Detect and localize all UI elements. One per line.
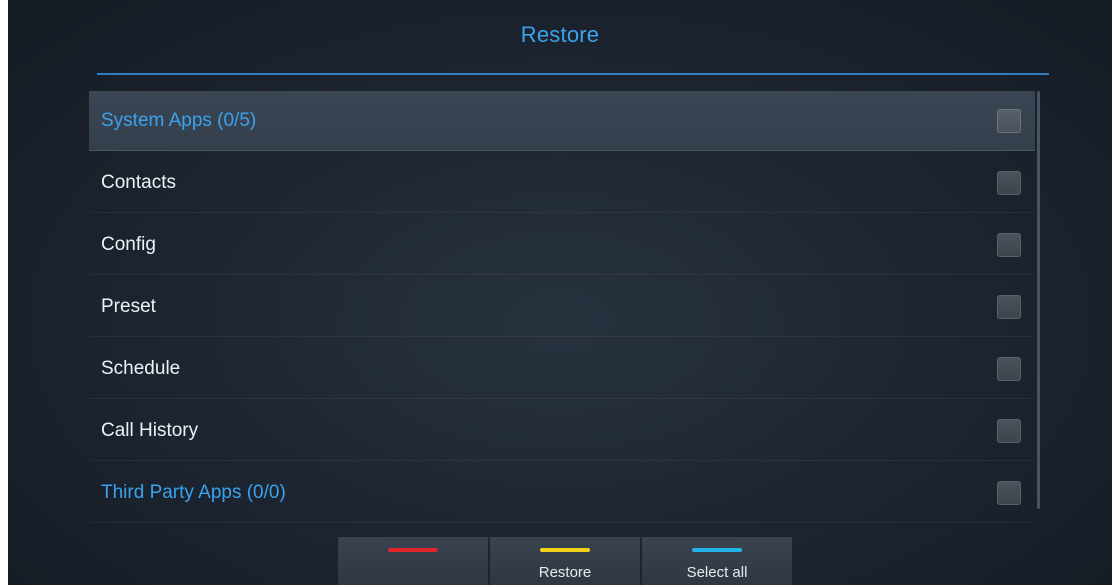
list-item-call-history[interactable]: Call History [89,401,1035,461]
page-title: Restore [520,22,600,47]
softkey-label: Restore [538,564,592,581]
softkey-bar: Restore Select all [338,537,794,585]
yellow-key-indicator [540,548,590,552]
list-item-label: Preset [101,295,156,317]
list-item-preset[interactable]: Preset [89,277,1035,337]
list-item-label: Contacts [101,171,176,193]
title-divider [97,73,1049,75]
blue-key-indicator [692,548,742,552]
call-history-checkbox[interactable] [997,418,1021,443]
red-softkey[interactable] [338,537,488,585]
list-item-label: Third Party Apps (0/0) [101,481,286,503]
schedule-checkbox[interactable] [997,356,1021,381]
list-item-third-party-apps[interactable]: Third Party Apps (0/0) [89,463,1035,523]
softkey-label: Select all [686,564,748,581]
restore-softkey[interactable]: Restore [490,537,640,585]
list-item-system-apps[interactable]: System Apps (0/5) [89,91,1035,151]
list-item-schedule[interactable]: Schedule [89,339,1035,399]
select-all-softkey[interactable]: Select all [642,537,792,585]
system-apps-checkbox[interactable] [997,108,1021,133]
third-party-apps-checkbox[interactable] [997,480,1021,505]
red-key-indicator [388,548,438,552]
contacts-checkbox[interactable] [997,170,1021,195]
list-item-label: Call History [101,419,199,441]
preset-checkbox[interactable] [997,294,1021,319]
list-item-contacts[interactable]: Contacts [89,153,1035,213]
list-item-label: Config [101,233,156,255]
list-item-label: Schedule [101,357,181,379]
list-item-label: System Apps (0/5) [101,109,257,131]
list-item-config[interactable]: Config [89,215,1035,275]
list-scrollbar[interactable] [1037,91,1040,509]
config-checkbox[interactable] [997,232,1021,257]
left-edge-strip [0,0,8,585]
restore-list: System Apps (0/5) Contacts Config Preset… [89,91,1035,525]
